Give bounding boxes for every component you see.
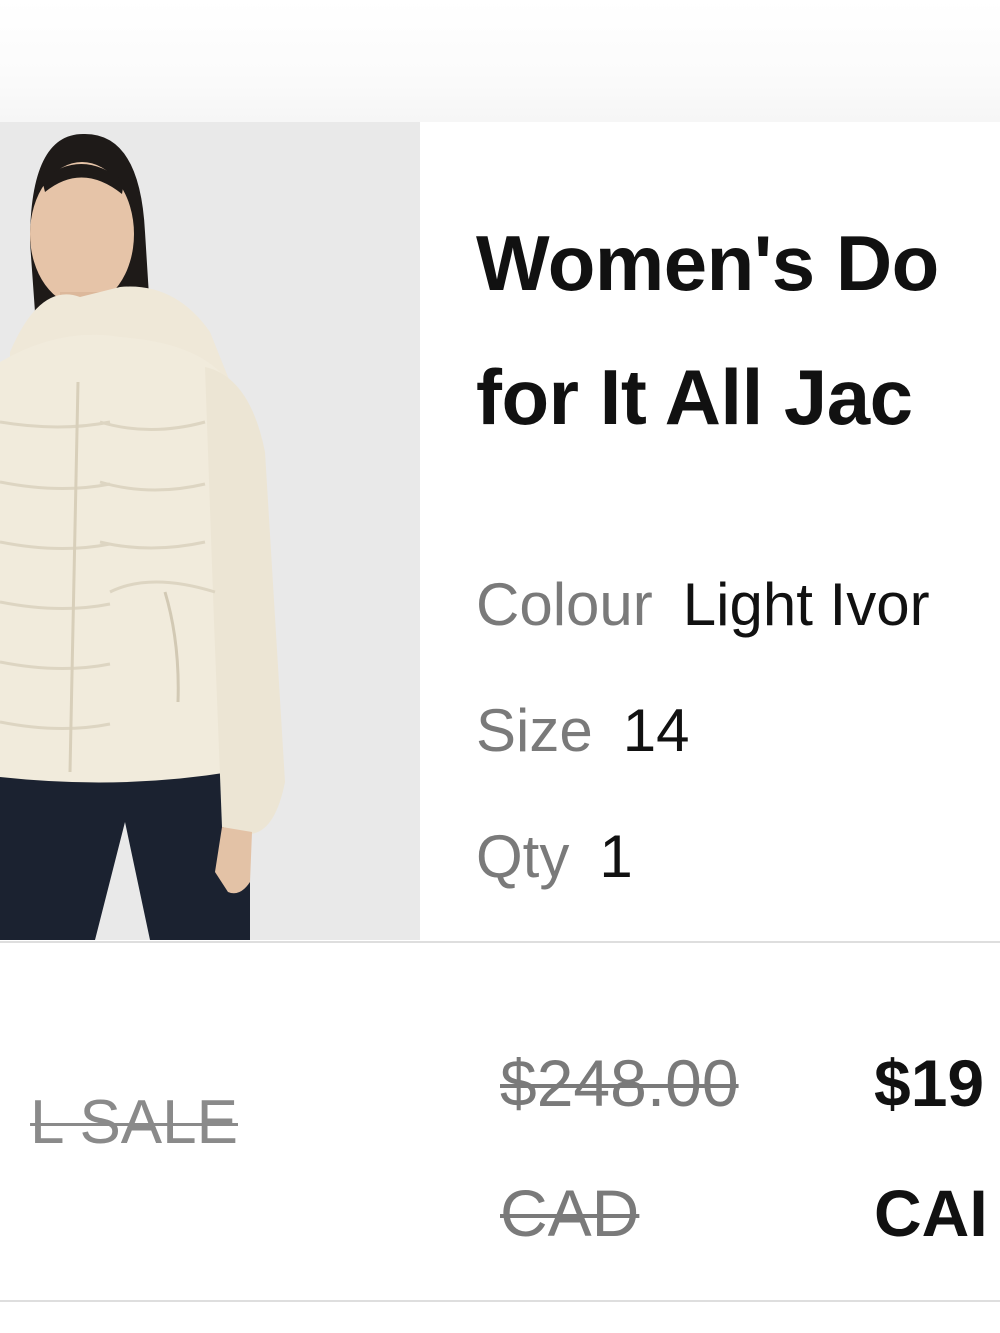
original-price-amount: $248.00 [500,1046,739,1120]
product-image[interactable] [0,122,420,940]
sale-price-currency: CAI [874,1176,988,1250]
qty-row: Qty 1 [476,822,633,892]
size-label: Size [476,697,593,764]
divider [0,941,1000,943]
size-row: Size 14 [476,696,689,766]
colour-label: Colour [476,571,653,638]
colour-row: Colour Light Ivor [476,570,930,640]
cart-item-page: Women's Do for It All Jac Colour Light Iv… [0,0,1000,1333]
size-value: 14 [622,697,690,764]
qty-value: 1 [599,823,633,890]
original-price: $248.00 CAD [500,1018,739,1278]
product-photo-illustration [0,122,420,940]
sale-price: $19 CAI [874,1018,988,1278]
footer-area [0,1302,1000,1333]
qty-label: Qty [476,823,570,890]
header-area [0,0,1000,122]
product-title[interactable]: Women's Do for It All Jac [476,196,1000,464]
sale-price-amount: $19 [874,1046,985,1120]
sale-badge: L SALE [30,1088,238,1157]
colour-value: Light Ivor [682,571,930,638]
original-price-currency: CAD [500,1176,640,1250]
